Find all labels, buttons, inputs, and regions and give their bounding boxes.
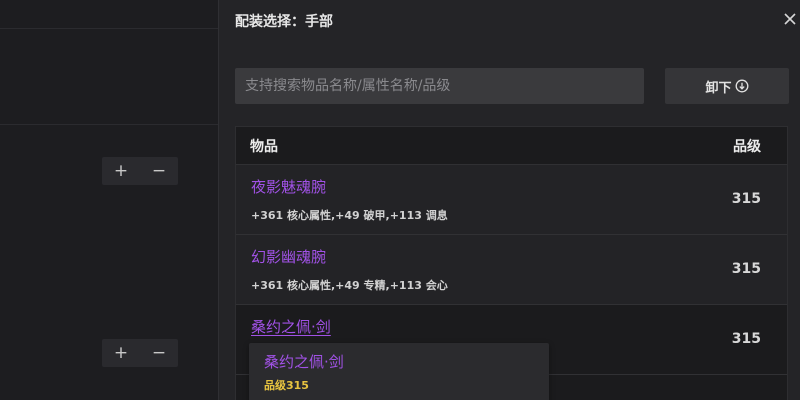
- item-tooltip: 桑约之佩·剑 品级315: [249, 343, 549, 400]
- unequip-label: 卸下: [705, 80, 732, 96]
- equipment-drawer: 配装选择：手部 卸下 物品 品级 夜影魅魂腕 +361 核心属性,+49 破甲,…: [218, 0, 800, 400]
- plus-button[interactable]: +: [102, 339, 140, 367]
- background-panel: + − + −: [0, 0, 218, 400]
- tooltip-item-level: 品级315: [264, 379, 309, 392]
- divider: [0, 124, 218, 125]
- item-name[interactable]: 幻影幽魂腕: [251, 246, 326, 267]
- item-name[interactable]: 夜影魅魂腕: [251, 176, 326, 197]
- item-attributes: +361 核心属性,+49 专精,+113 会心: [251, 279, 448, 292]
- search-input[interactable]: [235, 68, 644, 104]
- item-level: 315: [731, 331, 761, 347]
- quantity-stepper: + −: [102, 157, 178, 185]
- column-header-level: 品级: [733, 138, 761, 155]
- item-attributes: +361 核心属性,+49 破甲,+113 调息: [251, 209, 448, 222]
- table-row[interactable]: 夜影魅魂腕 +361 核心属性,+49 破甲,+113 调息 315: [236, 165, 787, 235]
- table-header: 物品 品级: [236, 127, 787, 165]
- unequip-button[interactable]: 卸下: [665, 68, 789, 104]
- minus-button[interactable]: −: [140, 157, 178, 185]
- minus-button[interactable]: −: [140, 339, 178, 367]
- tooltip-item-name: 桑约之佩·剑: [264, 353, 344, 371]
- app-root: + − + − 配装选择：手部 卸下 物品 品级: [0, 0, 800, 400]
- drawer-title: 配装选择：手部: [235, 14, 333, 30]
- quantity-stepper: + −: [102, 339, 178, 367]
- divider: [0, 28, 218, 29]
- item-level: 315: [731, 191, 761, 207]
- item-level: 315: [731, 261, 761, 277]
- close-icon: [784, 13, 796, 25]
- arrow-down-circle-icon: [735, 79, 748, 93]
- plus-button[interactable]: +: [102, 157, 140, 185]
- table-row[interactable]: 幻影幽魂腕 +361 核心属性,+49 专精,+113 会心 315: [236, 235, 787, 305]
- close-button[interactable]: [780, 9, 800, 29]
- column-header-item: 物品: [250, 138, 278, 155]
- item-name[interactable]: 桑约之佩·剑: [251, 316, 331, 337]
